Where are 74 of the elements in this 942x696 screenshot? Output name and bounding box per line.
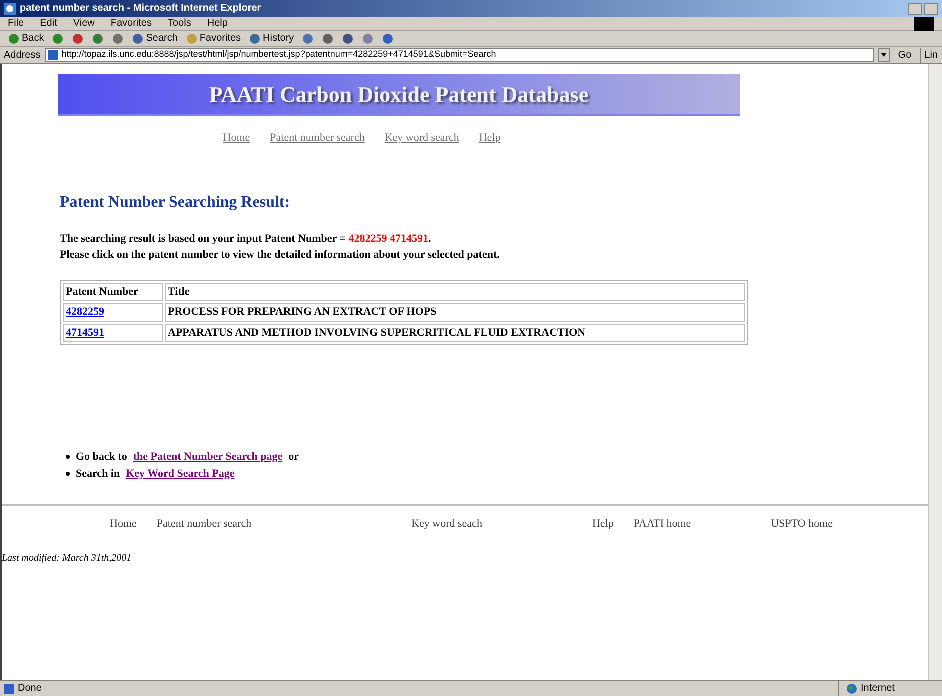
maximize-button[interactable]: [924, 2, 938, 14]
page-link[interactable]: the Patent Number Search page: [133, 449, 283, 466]
menu-item[interactable]: Edit: [40, 16, 58, 31]
page-icon: [48, 50, 58, 60]
toolbar-button[interactable]: [92, 32, 104, 44]
toolbar-glyph-icon: [52, 32, 64, 44]
dropdown-button[interactable]: [878, 48, 890, 62]
toolbar-button[interactable]: [52, 32, 64, 44]
dropdown-arrow-icon: [881, 53, 888, 57]
bullet-icon: [66, 472, 70, 476]
footer-link[interactable]: Patent number search: [156, 516, 252, 532]
toolbar-button[interactable]: [382, 32, 394, 44]
links-label[interactable]: Lin: [920, 48, 938, 62]
column-header: Title: [165, 282, 745, 301]
instruction-text: Please click on the patent number to view the detailed information about your selected patent.: [60, 248, 501, 263]
toolbar-button[interactable]: [322, 32, 334, 44]
banner-title: PAATI Carbon Dioxide Patent Database: [209, 80, 589, 108]
toolbar-button[interactable]: [342, 32, 354, 44]
zone-text: Internet: [861, 682, 895, 696]
toolbar-glyph-icon: [322, 32, 334, 44]
page-heading: Patent Number Searching Result:: [60, 192, 292, 212]
browser-icon: [4, 2, 16, 14]
status-text: Done: [18, 682, 42, 696]
menu-item[interactable]: Tools: [168, 16, 192, 31]
menu-item[interactable]: Favorites: [110, 16, 152, 31]
bullet-text: Go back to: [76, 450, 128, 465]
toolbar-glyph-icon: [112, 32, 124, 44]
footer-link[interactable]: PAATI home: [634, 516, 692, 532]
go-button[interactable]: Go: [894, 48, 916, 62]
footer-link[interactable]: Home: [110, 516, 137, 532]
toolbar-button[interactable]: Search: [132, 31, 178, 46]
footer-link[interactable]: Key word seach: [412, 516, 482, 532]
footer-link[interactable]: USPTO home: [771, 516, 834, 532]
bullet-icon: [66, 455, 70, 460]
last-modified: Last modified: March 31th,2001: [2, 552, 133, 566]
toolbar-glyph-icon: [186, 32, 198, 44]
toolbar-button[interactable]: Back: [8, 31, 44, 46]
toolbar-glyph-icon: [382, 32, 394, 44]
toolbar-button[interactable]: [72, 32, 84, 44]
toolbar-button[interactable]: [362, 32, 374, 44]
toolbar-button[interactable]: [302, 32, 314, 44]
address-label: Address: [4, 48, 41, 62]
nav-link[interactable]: Home: [223, 130, 250, 146]
table-cell: PROCESS FOR PREPARING AN EXTRACT OF HOPS: [165, 303, 745, 322]
toolbar-button[interactable]: [112, 32, 124, 44]
menu-item[interactable]: View: [73, 16, 95, 31]
window-title: patent number search - Microsoft Internet Explorer: [20, 2, 262, 16]
toolbar-glyph-icon: [302, 32, 314, 44]
toolbar-button[interactable]: Favorites: [186, 31, 242, 46]
menu-item[interactable]: Help: [207, 16, 228, 31]
toolbar-glyph-icon: [132, 32, 144, 44]
toolbar-glyph-icon: [92, 32, 104, 44]
address-field[interactable]: http://topaz.ils.unc.edu:8888/jsp/test/html/jsp/numbertest.jsp?patentnum=4282259+4714591&Submit=Search: [44, 48, 874, 62]
nav-link[interactable]: Key word search: [384, 130, 460, 146]
toolbar-glyph-icon: [249, 32, 262, 44]
toolbar-glyph-icon: [8, 32, 20, 44]
bullet-text: Search in: [76, 466, 120, 482]
result-sentence: The searching result is based on your input Patent Number = 4282259 4714591.: [60, 232, 432, 246]
toolbar-button[interactable]: History: [249, 31, 294, 46]
toolbar-glyph-icon: [72, 32, 84, 44]
nav-link[interactable]: Patent number search: [270, 130, 365, 146]
page-icon: [4, 684, 14, 694]
minimize-button[interactable]: [908, 2, 922, 14]
globe-icon: [847, 684, 857, 694]
nav-link[interactable]: Help: [479, 130, 501, 146]
page-link[interactable]: Key Word Search Page: [126, 466, 235, 482]
menu-item[interactable]: File: [8, 16, 24, 31]
toolbar-glyph-icon: [362, 32, 374, 44]
table-cell: APPARATUS AND METHOD INVOLVING SUPERCRITICAL FLUID EXTRACTION: [165, 324, 745, 342]
bullet-text: or: [288, 450, 300, 465]
column-header: Patent Number: [63, 282, 163, 301]
address-value: http://topaz.ils.unc.edu:8888/jsp/test/html/jsp/numbertest.jsp?patentnum=4282259+4714591&Submit=Search: [62, 49, 496, 61]
toolbar-glyph-icon: [342, 32, 354, 44]
footer-link[interactable]: Help: [592, 516, 614, 532]
